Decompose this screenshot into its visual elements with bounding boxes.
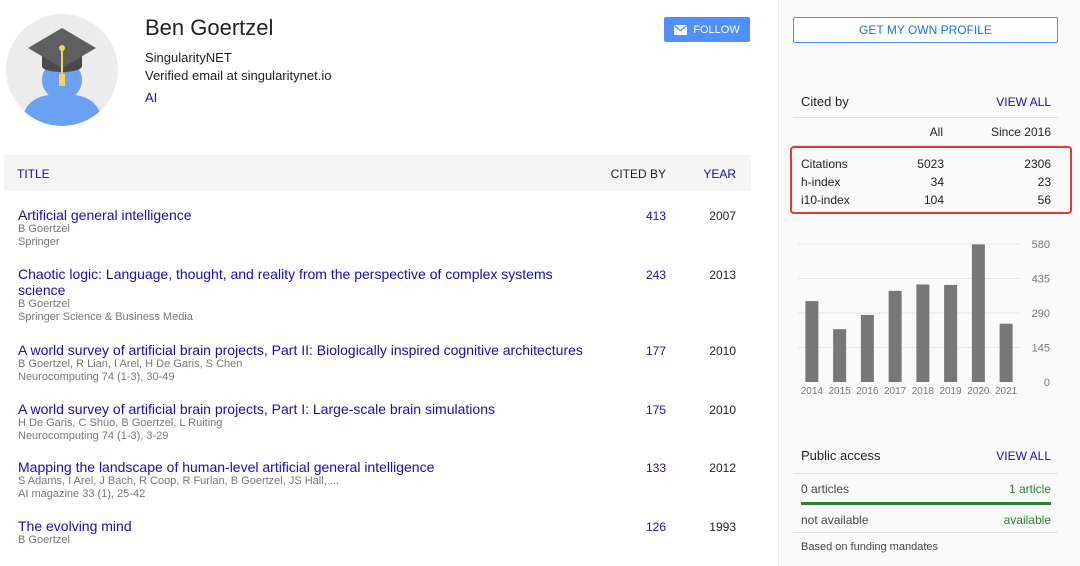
stat-since: 56 [1037, 193, 1051, 207]
table-row: Chaotic logic: Language, thought, and re… [18, 266, 751, 324]
article-year: 2007 [709, 209, 736, 223]
available-label: available [1003, 513, 1051, 527]
follow-button[interactable]: FOLLOW [664, 17, 750, 42]
article-title-link[interactable]: A world survey of artificial brain proje… [18, 401, 618, 417]
sidebar-divider [778, 0, 779, 566]
cited-by-link[interactable]: 243 [646, 268, 666, 282]
unavailable-articles-count: 0 articles [801, 482, 850, 496]
stats-col-since: Since 2016 [990, 125, 1051, 139]
y-tick-label: 580 [1032, 239, 1050, 251]
chart-bar-2017[interactable] [888, 290, 902, 382]
graduate-avatar-icon [22, 28, 102, 126]
y-tick-label: 145 [1032, 343, 1050, 355]
article-venue: Springer [18, 236, 60, 248]
stat-since: 2306 [1024, 157, 1051, 171]
stats-row-i10-index: i10-index 104 56 [801, 193, 1051, 211]
get-my-own-profile-button[interactable]: GET MY OWN PROFILE [793, 17, 1058, 43]
profile-email: Verified email at singularitynet.io [145, 68, 332, 83]
table-row: Mapping the landscape of human-level art… [18, 459, 751, 501]
x-tick-label: 2017 [884, 386, 907, 397]
y-tick-label: 290 [1032, 308, 1050, 320]
stat-since: 23 [1037, 175, 1051, 189]
divider [793, 532, 1058, 533]
article-title-link[interactable]: A world survey of artificial brain proje… [18, 342, 618, 358]
chart-bar-2020[interactable] [971, 244, 985, 382]
stat-all: 34 [930, 175, 944, 189]
stats-row-citations: Citations 5023 2306 [801, 157, 1051, 175]
x-tick-label: 2020 [967, 386, 990, 397]
cited-by-link[interactable]: 133 [646, 461, 666, 475]
article-authors: B Goertzel [18, 223, 70, 235]
sort-by-title[interactable]: TITLE [17, 167, 50, 181]
article-year: 1993 [709, 520, 736, 534]
article-title-link[interactable]: Chaotic logic: Language, thought, and re… [18, 266, 588, 298]
table-row: A world survey of artificial brain proje… [18, 401, 751, 443]
x-tick-label: 2016 [856, 386, 879, 397]
public-access-view-all-link[interactable]: VIEW ALL [996, 449, 1051, 463]
stat-label: Citations [801, 157, 848, 171]
article-authors: B Goertzel [18, 534, 70, 546]
stats-col-all: All [929, 125, 943, 139]
sort-by-cited[interactable]: CITED BY [611, 167, 666, 181]
table-row: A world survey of artificial brain proje… [18, 342, 751, 384]
funding-mandates-note: Based on funding mandates [801, 541, 938, 553]
divider [793, 117, 1058, 118]
article-authors: S Adams, I Arel, J Bach, R Coop, R Furla… [18, 475, 339, 487]
follow-label: FOLLOW [693, 23, 740, 36]
x-tick-label: 2018 [912, 386, 935, 397]
stats-row-h-index: h-index 34 23 [801, 175, 1051, 193]
cited-by-link[interactable]: 177 [646, 344, 666, 358]
x-tick-label: 2015 [829, 386, 852, 397]
article-year: 2010 [709, 403, 736, 417]
article-venue: AI magazine 33 (1), 25-42 [18, 488, 146, 500]
not-available-label: not available [801, 513, 869, 527]
envelope-icon [674, 24, 688, 35]
x-tick-label: 2021 [995, 386, 1018, 397]
article-title-link[interactable]: The evolving mind [18, 518, 588, 534]
profile-name: Ben Goertzel [145, 15, 274, 40]
articles-table-header: TITLE CITED BY YEAR [4, 155, 751, 191]
chart-bar-2014[interactable] [805, 301, 819, 382]
cited-by-link[interactable]: 126 [646, 520, 666, 534]
chart-bar-2019[interactable] [944, 284, 958, 382]
sort-by-year[interactable]: YEAR [703, 167, 736, 181]
divider [793, 473, 1058, 474]
article-authors: B Goertzel, R Lian, I Arel, H De Garis, … [18, 358, 243, 370]
stat-label: i10-index [801, 193, 850, 207]
article-year: 2012 [709, 461, 736, 475]
chart-bar-2015[interactable] [833, 329, 847, 382]
y-tick-label: 435 [1032, 274, 1050, 286]
profile-affiliation: SingularityNET [145, 50, 232, 65]
stat-label: h-index [801, 175, 841, 189]
chart-bar-2016[interactable] [860, 314, 874, 382]
public-access-bar [801, 502, 1051, 505]
y-tick-label: 0 [1044, 377, 1050, 389]
available-articles-count[interactable]: 1 article [1009, 482, 1051, 496]
article-year: 2010 [709, 344, 736, 358]
citations-per-year-chart: 0 145 290 435 580 2014 2015 2016 2017 2018 2019 202… [798, 239, 1050, 397]
article-venue: Neurocomputing 74 (1-3), 30-49 [18, 371, 175, 383]
cited-by-view-all-link[interactable]: VIEW ALL [996, 95, 1051, 109]
chart-bar-2021[interactable] [999, 323, 1013, 382]
cited-by-title: Cited by [801, 94, 849, 109]
article-year: 2013 [709, 268, 736, 282]
table-row: The evolving mind B Goertzel 126 1993 [18, 518, 751, 547]
table-row: Artificial general intelligence B Goertz… [18, 207, 751, 249]
article-venue: Springer Science & Business Media [18, 311, 193, 323]
stat-all: 104 [923, 193, 944, 207]
article-authors: B Goertzel [18, 298, 70, 310]
avatar [6, 14, 118, 126]
cited-by-link[interactable]: 413 [646, 209, 666, 223]
x-tick-label: 2019 [940, 386, 963, 397]
cited-by-link[interactable]: 175 [646, 403, 666, 417]
article-title-link[interactable]: Mapping the landscape of human-level art… [18, 459, 588, 475]
stat-all: 5023 [917, 157, 944, 171]
article-authors: H De Garis, C Shuo, B Goertzel, L Ruitin… [18, 417, 223, 429]
article-venue: Neurocomputing 74 (1-3), 3-29 [18, 430, 169, 442]
public-access-title: Public access [801, 448, 881, 463]
chart-bar-2018[interactable] [916, 284, 930, 382]
research-interest-link[interactable]: AI [145, 90, 157, 105]
article-title-link[interactable]: Artificial general intelligence [18, 207, 588, 223]
x-tick-label: 2014 [801, 386, 824, 397]
